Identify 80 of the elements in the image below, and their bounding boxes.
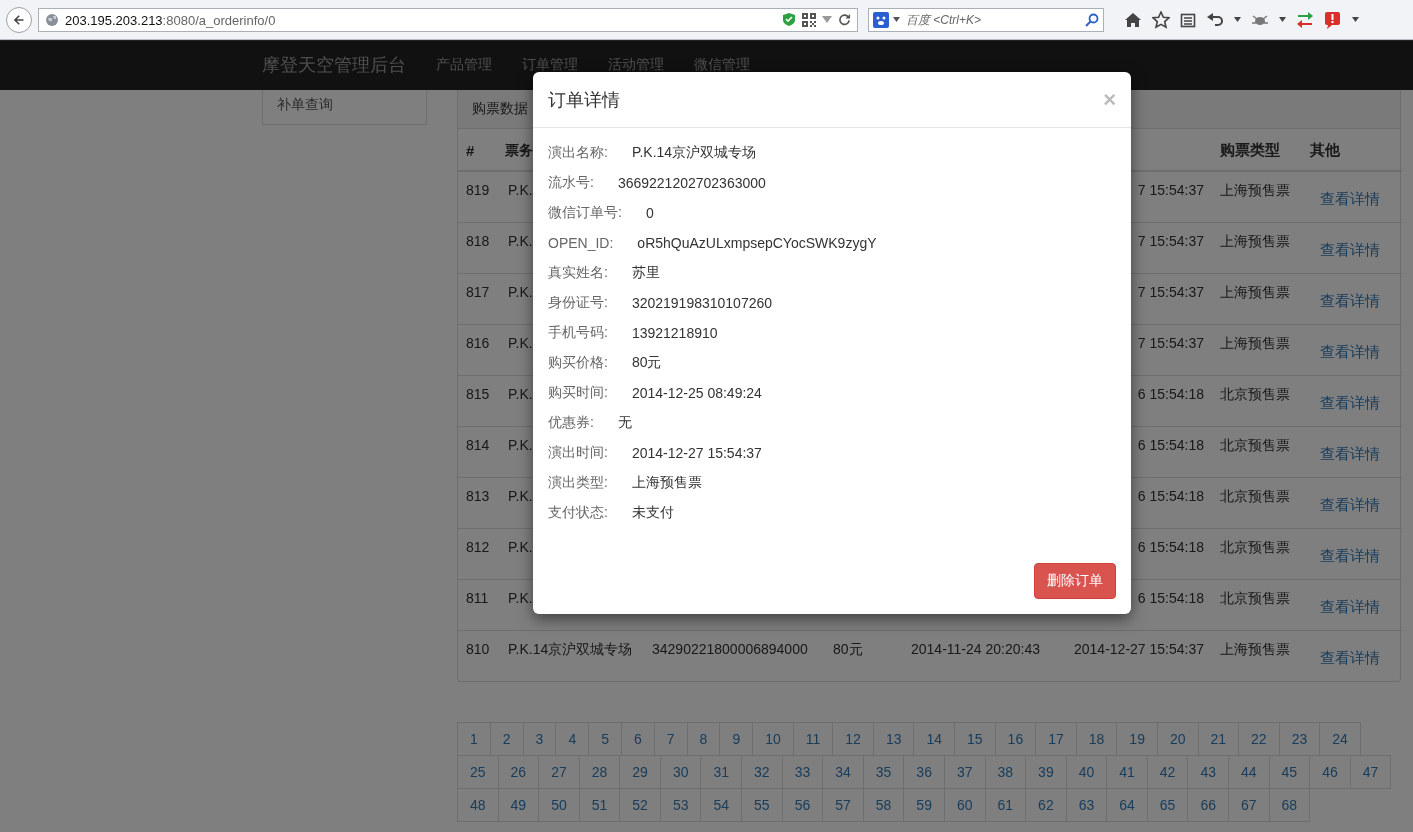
view-details-link[interactable]: 查看详情 xyxy=(1310,343,1380,362)
search-field[interactable]: 百度 <Ctrl+K> xyxy=(868,7,1104,32)
column-header: 购票类型 xyxy=(1212,129,1302,171)
table-cell: 2014-11-24 20:20:43 xyxy=(903,630,1058,681)
reading-list-icon[interactable] xyxy=(1180,11,1196,28)
table-cell: 北京预售票 xyxy=(1212,579,1302,631)
table-cell: 北京预售票 xyxy=(1212,375,1302,427)
address-bar[interactable]: 203.195.203.213:8080/a_orderinfo/0 xyxy=(38,7,858,32)
table-cell: 上海预售票 xyxy=(1212,324,1302,376)
view-details-link[interactable]: 查看详情 xyxy=(1310,292,1380,311)
table-cell: 北京预售票 xyxy=(1212,426,1302,478)
view-details-link[interactable]: 查看详情 xyxy=(1310,394,1380,413)
table-cell: 814 xyxy=(458,426,500,478)
view-details-link[interactable]: 查看详情 xyxy=(1310,649,1380,668)
brand-title[interactable]: 摩登天空管理后台 xyxy=(262,53,406,77)
table-cell: 上海预售票 xyxy=(1212,171,1302,223)
field-label: 身份证号: xyxy=(548,294,608,312)
page-link[interactable]: 68 xyxy=(1268,788,1311,822)
field-label: 演出时间: xyxy=(548,444,608,462)
view-details-link[interactable]: 查看详情 xyxy=(1310,190,1380,209)
table-cell: 813 xyxy=(458,477,500,529)
page-link[interactable]: 48 xyxy=(457,788,499,822)
back-button[interactable] xyxy=(6,6,32,33)
table-cell: 818 xyxy=(458,222,500,274)
close-button[interactable]: × xyxy=(1103,88,1116,111)
delete-order-button[interactable]: 删除订单 xyxy=(1034,563,1116,599)
panel-title: 购票数据 xyxy=(472,100,528,118)
sidebar-item[interactable]: 补单查询 xyxy=(262,90,427,125)
page-link[interactable]: 24 xyxy=(1319,722,1361,756)
field-label: 手机号码: xyxy=(548,324,608,342)
alert-icon[interactable] xyxy=(1324,10,1342,29)
table-cell: 812 xyxy=(458,528,500,580)
undo-icon[interactable] xyxy=(1206,11,1224,28)
column-header: 其他 xyxy=(1302,129,1402,171)
view-details-link[interactable]: 查看详情 xyxy=(1310,598,1380,617)
reload-icon[interactable] xyxy=(838,13,851,26)
field-value: 0 xyxy=(645,205,654,221)
page-link[interactable]: 47 xyxy=(1349,755,1392,789)
column-header: # xyxy=(458,129,500,171)
caret-icon[interactable] xyxy=(1352,17,1359,22)
view-details-link[interactable]: 查看详情 xyxy=(1310,547,1380,566)
home-icon[interactable] xyxy=(1124,11,1142,28)
caret-icon[interactable] xyxy=(893,17,900,22)
table-cell: 上海预售票 xyxy=(1212,273,1302,325)
star-icon[interactable] xyxy=(1152,10,1170,29)
table-cell: 815 xyxy=(458,375,500,427)
caret-icon[interactable] xyxy=(1279,17,1286,22)
dialog-title: 订单详情 xyxy=(548,88,620,112)
table-cell: 817 xyxy=(458,273,500,325)
qr-code-icon[interactable] xyxy=(802,12,816,27)
table-cell: 810 xyxy=(458,630,500,681)
field-label: 微信订单号: xyxy=(548,204,622,222)
table-cell: 819 xyxy=(458,171,500,223)
table-cell: 上海预售票 xyxy=(1212,630,1302,681)
table-cell: 北京预售票 xyxy=(1212,528,1302,580)
search-icon[interactable] xyxy=(1085,12,1099,27)
table-cell: 34290221800006894000 xyxy=(644,630,825,681)
shield-icon xyxy=(782,12,796,27)
field-label: 演出名称: xyxy=(548,144,608,162)
table-cell: 816 xyxy=(458,324,500,376)
search-input[interactable]: 百度 <Ctrl+K> xyxy=(904,11,1081,28)
field-label: OPEN_ID: xyxy=(548,235,614,251)
view-details-link[interactable]: 查看详情 xyxy=(1310,445,1380,464)
view-details-link[interactable]: 查看详情 xyxy=(1310,241,1380,260)
url-text: 203.195.203.213:8080/a_orderinfo/0 xyxy=(65,11,277,28)
swap-arrows-icon[interactable] xyxy=(1296,11,1314,28)
table-cell: P.K.14京沪双城专场 xyxy=(500,630,644,681)
table-cell: 811 xyxy=(458,579,500,631)
table-cell: 80元 xyxy=(825,630,903,681)
field-label: 购买时间: xyxy=(548,384,608,402)
table-cell: 北京预售票 xyxy=(1212,477,1302,529)
caret-icon[interactable] xyxy=(1234,17,1241,22)
dropdown-icon[interactable] xyxy=(822,15,832,24)
table-cell: 2014-12-27 15:54:37 xyxy=(1058,630,1212,681)
page-link[interactable]: 1 xyxy=(457,722,491,756)
table-cell: 上海预售票 xyxy=(1212,222,1302,274)
field-label: 流水号: xyxy=(548,174,594,192)
view-details-link[interactable]: 查看详情 xyxy=(1310,496,1380,515)
field-label: 支付状态: xyxy=(548,504,608,522)
field-label: 购买价格: xyxy=(548,354,608,372)
